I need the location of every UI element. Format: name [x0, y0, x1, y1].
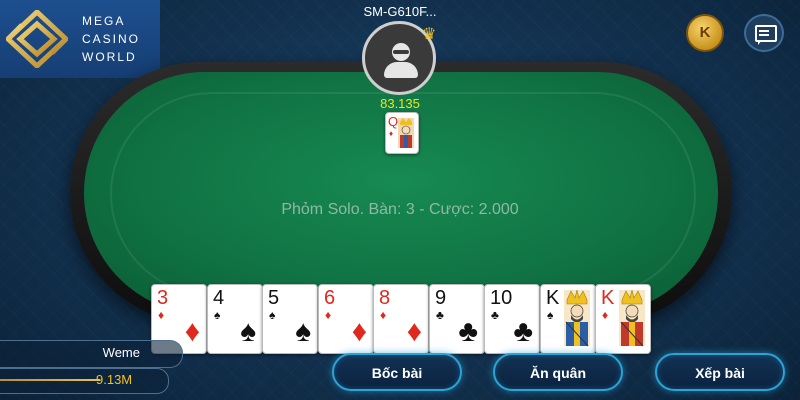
table-info: Phỏm Solo. Bàn: 3 - Cược: 2.000: [281, 201, 519, 218]
coin-icon[interactable]: K: [686, 14, 724, 52]
crown-icon: ♛: [422, 26, 437, 43]
chat-icon[interactable]: [744, 14, 784, 52]
avatar-glasses-icon: [393, 50, 409, 54]
hand-card[interactable]: 9 ♣ ♣: [429, 284, 485, 354]
arrange-cards-button[interactable]: Xếp bài: [655, 353, 785, 391]
card-suit: ♦: [158, 308, 165, 322]
player-money: 9.13M: [96, 372, 133, 387]
hand-card[interactable]: K ♠: [540, 284, 596, 354]
hand-card[interactable]: 8 ♦ ♦: [373, 284, 429, 354]
avatar-body-icon: [384, 62, 418, 78]
card-suit-large: ♣: [513, 315, 533, 348]
card-rank: 5: [268, 287, 280, 309]
king-face-icon: [564, 289, 590, 347]
opponent-name: SM-G610F...: [363, 4, 437, 19]
card-suit: ♦: [325, 308, 332, 322]
hand-card[interactable]: 5 ♠ ♠: [262, 284, 318, 354]
hand-card[interactable]: 6 ♦ ♦: [318, 284, 374, 354]
card-rank: 4: [213, 287, 225, 309]
opponent-played-card: Q ♦: [385, 112, 419, 154]
card-rank: 3: [157, 287, 169, 309]
player-money-panel: [0, 368, 169, 394]
card-suit: ♣: [436, 308, 444, 322]
card-rank: 6: [324, 287, 336, 309]
player-name: Weme: [102, 345, 140, 360]
logo-line-1: MEGA: [82, 14, 126, 28]
card-suit: ♦: [389, 129, 394, 138]
opponent-chips: 83.135: [380, 96, 420, 111]
card-suit: ♠: [547, 308, 554, 322]
card-suit-large: ♣: [458, 315, 478, 348]
card-suit-large: ♦: [184, 315, 200, 348]
card-rank: 10: [490, 287, 513, 309]
card-rank: 9: [435, 287, 447, 309]
card-suit: ♠: [269, 308, 276, 322]
card-suit: ♦: [380, 308, 387, 322]
brand-logo: MEGA CASINO WORLD: [0, 0, 160, 78]
card-rank: K: [601, 287, 615, 309]
logo-line-3: WORLD: [82, 50, 137, 64]
queen-face-icon: [398, 118, 414, 148]
hand-card[interactable]: 4 ♠ ♠: [207, 284, 263, 354]
logo-line-2: CASINO: [82, 32, 141, 46]
card-suit-large: ♦: [406, 315, 422, 348]
card-rank: K: [546, 287, 560, 309]
card-suit: ♦: [602, 308, 609, 322]
card-suit-large: ♠: [240, 315, 256, 348]
player-money-bar: [0, 379, 100, 381]
card-suit-large: ♠: [295, 315, 311, 348]
card-rank: 8: [379, 287, 391, 309]
hand-card[interactable]: K ♦: [595, 284, 651, 354]
king-face-icon: [619, 289, 645, 347]
draw-card-button[interactable]: Bốc bài: [332, 353, 462, 391]
card-suit-large: ♦: [351, 315, 367, 348]
card-suit: ♣: [491, 308, 499, 322]
card-suit: ♠: [214, 308, 221, 322]
eat-card-button[interactable]: Ăn quân: [493, 353, 623, 391]
logo-mark-icon: [6, 10, 68, 68]
hand-card[interactable]: 10 ♣ ♣: [484, 284, 540, 354]
